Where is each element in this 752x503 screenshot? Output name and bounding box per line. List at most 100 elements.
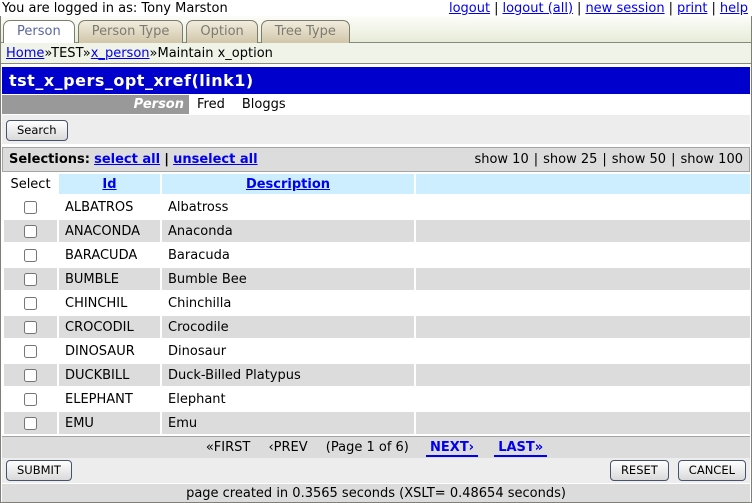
- breadcrumb-item-home[interactable]: Home: [6, 46, 44, 61]
- context-first-name: Fred: [191, 95, 234, 114]
- row-filler: [416, 412, 750, 434]
- row-filler: [416, 244, 750, 266]
- header-link-separator: |: [708, 1, 720, 16]
- breadcrumb-item-maintain-x-option: Maintain x_option: [158, 46, 273, 61]
- row-filler: [416, 388, 750, 410]
- search-button[interactable]: Search: [6, 120, 68, 141]
- search-row: Search: [2, 115, 750, 144]
- row-description: Chinchilla: [162, 292, 414, 314]
- row-description: Emu: [162, 412, 414, 434]
- row-description: Bumble Bee: [162, 268, 414, 290]
- selections-label: Selections:: [9, 152, 90, 167]
- table-row: EMUEmu: [4, 412, 750, 434]
- row-checkbox-duckbill[interactable]: [24, 369, 37, 382]
- header-link-separator: |: [665, 1, 677, 16]
- tab-strip: PersonPerson TypeOptionTree Type: [1, 16, 751, 42]
- header-id-sort: Id: [59, 174, 160, 194]
- breadcrumb-separator: »: [83, 46, 91, 61]
- pagination-next-link[interactable]: NEXT›: [426, 440, 478, 457]
- row-filler: [416, 292, 750, 314]
- header-link-new-session[interactable]: new session: [585, 1, 664, 16]
- context-last-name: Bloggs: [236, 95, 295, 114]
- table-row: CROCODILCrocodile: [4, 316, 750, 338]
- show-option-show-100[interactable]: show 100: [680, 152, 743, 167]
- row-id: ANACONDA: [59, 220, 160, 242]
- row-select-cell: [4, 196, 57, 218]
- cancel-button[interactable]: CANCEL: [678, 460, 746, 481]
- selections-bar: Selections: select all | unselect all sh…: [2, 147, 750, 172]
- row-checkbox-albatros[interactable]: [24, 201, 37, 214]
- header-link-help[interactable]: help: [720, 1, 748, 16]
- row-select-cell: [4, 340, 57, 362]
- pagination-page-info: (Page 1 of 6): [326, 440, 409, 455]
- breadcrumb-separator: »: [150, 46, 158, 61]
- header-link-logout-all[interactable]: logout (all): [502, 1, 573, 16]
- table-header-row: Select Id Description: [4, 174, 750, 194]
- row-checkbox-elephant[interactable]: [24, 393, 37, 406]
- row-select-cell: [4, 364, 57, 386]
- header-link-separator: |: [573, 1, 585, 16]
- tab-tree-type[interactable]: Tree Type: [261, 20, 350, 43]
- selections-left: Selections: select all | unselect all: [9, 152, 258, 168]
- breadcrumb-item-x-person[interactable]: x_person: [91, 46, 150, 61]
- row-filler: [416, 340, 750, 362]
- row-id: ELEPHANT: [59, 388, 160, 410]
- tab-person-type[interactable]: Person Type: [78, 20, 184, 43]
- table-row: DINOSAURDinosaur: [4, 340, 750, 362]
- pagination-prev: ‹PREV: [268, 440, 307, 455]
- id-sort-link[interactable]: Id: [102, 177, 116, 192]
- row-id: BUMBLE: [59, 268, 160, 290]
- table-row: BARACUDABaracuda: [4, 244, 750, 266]
- context-label: Person: [2, 95, 189, 114]
- header-link-print[interactable]: print: [677, 1, 708, 16]
- table-row: DUCKBILLDuck-Billed Platypus: [4, 364, 750, 386]
- context-row: Person Fred Bloggs: [2, 94, 750, 115]
- header-description-sort: Description: [162, 174, 414, 194]
- header-filler: [416, 174, 750, 194]
- row-id: BARACUDA: [59, 244, 160, 266]
- row-select-cell: [4, 244, 57, 266]
- row-filler: [416, 196, 750, 218]
- row-checkbox-emu[interactable]: [24, 417, 37, 430]
- submit-button[interactable]: SUBMIT: [6, 460, 72, 481]
- show-option-separator: |: [529, 152, 543, 167]
- selections-separator: |: [164, 152, 169, 167]
- row-id: ALBATROS: [59, 196, 160, 218]
- tab-option[interactable]: Option: [186, 20, 257, 43]
- row-id: CHINCHIL: [59, 292, 160, 314]
- row-checkbox-bumble[interactable]: [24, 273, 37, 286]
- show-option-show-50[interactable]: show 50: [612, 152, 666, 167]
- table-row: ALBATROSAlbatross: [4, 196, 750, 218]
- row-checkbox-anaconda[interactable]: [24, 225, 37, 238]
- row-id: DUCKBILL: [59, 364, 160, 386]
- pagination-bar: «FIRST ‹PREV (Page 1 of 6) NEXT› LAST»: [2, 436, 750, 458]
- show-option-show-10[interactable]: show 10: [474, 152, 528, 167]
- row-description: Albatross: [162, 196, 414, 218]
- show-option-separator: |: [597, 152, 611, 167]
- breadcrumb: Home»TEST»x_person»Maintain x_option: [1, 42, 751, 64]
- row-checkbox-baracuda[interactable]: [24, 249, 37, 262]
- row-checkbox-crocodil[interactable]: [24, 321, 37, 334]
- row-checkbox-chinchil[interactable]: [24, 297, 37, 310]
- tab-person[interactable]: Person: [3, 20, 75, 43]
- select-all-link[interactable]: select all: [94, 152, 160, 167]
- header-link-separator: |: [490, 1, 502, 16]
- pagination-last-link[interactable]: LAST»: [494, 440, 547, 457]
- row-filler: [416, 268, 750, 290]
- header-link-logout[interactable]: logout: [449, 1, 490, 16]
- row-select-cell: [4, 220, 57, 242]
- row-description: Anaconda: [162, 220, 414, 242]
- action-buttons-bar: SUBMIT RESET CANCEL: [2, 458, 750, 483]
- reset-button[interactable]: RESET: [610, 460, 669, 481]
- data-table: Select Id Description ALBATROSAlbatrossA…: [2, 172, 752, 436]
- row-description: Duck-Billed Platypus: [162, 364, 414, 386]
- header-links: logout|logout (all)|new session|print|he…: [449, 1, 748, 16]
- unselect-all-link[interactable]: unselect all: [173, 152, 257, 167]
- breadcrumb-item-test: TEST: [51, 46, 83, 61]
- description-sort-link[interactable]: Description: [246, 177, 330, 192]
- show-option-show-25[interactable]: show 25: [543, 152, 597, 167]
- row-checkbox-dinosaur[interactable]: [24, 345, 37, 358]
- row-filler: [416, 364, 750, 386]
- row-description: Baracuda: [162, 244, 414, 266]
- row-filler: [416, 220, 750, 242]
